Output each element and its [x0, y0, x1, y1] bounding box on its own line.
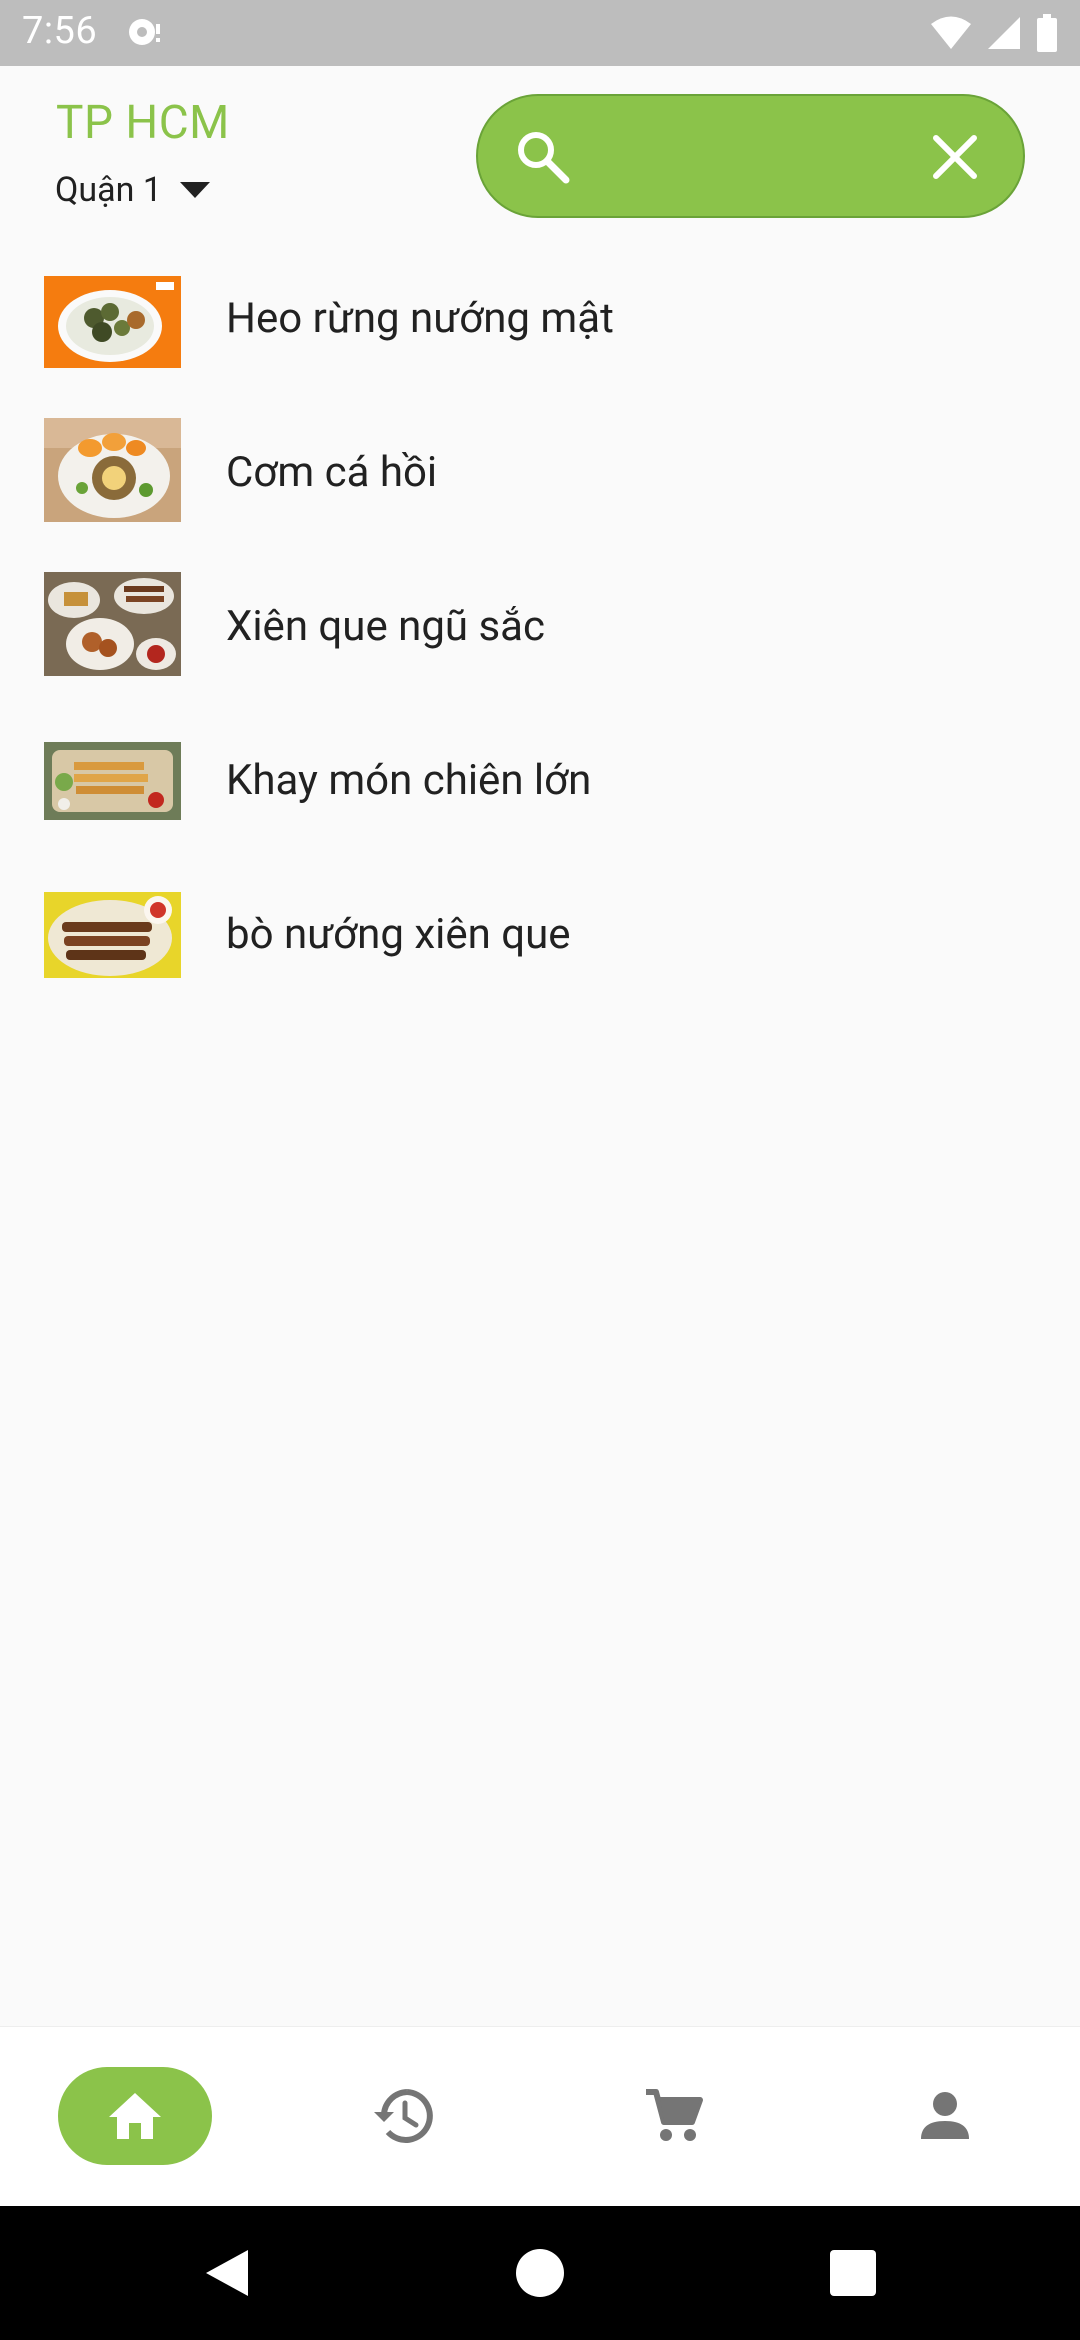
dish-name: Heo rừng nướng mật	[226, 294, 614, 343]
cell-signal-icon	[988, 17, 1020, 49]
dish-name: bò nướng xiên que	[226, 910, 571, 959]
dish-thumbnail	[44, 572, 181, 676]
system-navigation	[0, 2206, 1080, 2340]
list-item[interactable]: bò nướng xiên que	[0, 874, 1080, 1028]
city-title: TP HCM	[56, 96, 230, 150]
list-item[interactable]: Xiên que ngũ sắc	[0, 566, 1080, 720]
dish-name: Xiên que ngũ sắc	[226, 602, 545, 651]
recents-icon[interactable]	[826, 2246, 880, 2300]
search-input[interactable]	[588, 122, 898, 192]
person-icon	[921, 2092, 969, 2139]
cart-icon	[646, 2089, 703, 2141]
close-icon[interactable]	[930, 132, 980, 182]
home-icon	[109, 2093, 161, 2139]
district-label: Quận 1	[55, 170, 162, 210]
dish-thumbnail	[44, 276, 181, 368]
dish-list: Heo rừng nướng mật Cơm cá hồi Xiên que n…	[0, 258, 1080, 1028]
list-item[interactable]: Khay món chiên lớn	[0, 720, 1080, 874]
battery-icon	[1037, 14, 1057, 52]
wifi-icon	[931, 16, 971, 49]
dropdown-arrow-icon	[179, 182, 210, 198]
dish-thumbnail	[44, 418, 181, 522]
search-icon[interactable]	[514, 128, 572, 186]
dish-name: Cơm cá hồi	[226, 448, 438, 497]
dish-thumbnail	[44, 742, 181, 820]
dish-thumbnail	[44, 892, 181, 978]
header: TP HCM Quận 1	[0, 66, 1080, 246]
home-circle-icon[interactable]	[513, 2246, 567, 2300]
district-selector[interactable]: Quận 1	[55, 170, 210, 210]
list-item[interactable]: Cơm cá hồi	[0, 412, 1080, 566]
list-item[interactable]: Heo rừng nướng mật	[0, 258, 1080, 412]
nav-home[interactable]	[58, 2067, 212, 2165]
nav-history[interactable]	[355, 2067, 453, 2165]
history-icon	[374, 2089, 433, 2143]
notification-icon	[129, 19, 160, 45]
nav-cart[interactable]	[625, 2067, 723, 2165]
status-time: 7:56	[22, 9, 98, 53]
search-bar	[476, 94, 1025, 218]
bottom-navigation	[0, 2026, 1080, 2206]
nav-profile[interactable]	[896, 2067, 994, 2165]
dish-name: Khay món chiên lớn	[226, 756, 592, 805]
back-icon[interactable]	[200, 2246, 254, 2300]
status-bar: 7:56	[0, 0, 1080, 66]
status-indicators	[930, 14, 1058, 52]
